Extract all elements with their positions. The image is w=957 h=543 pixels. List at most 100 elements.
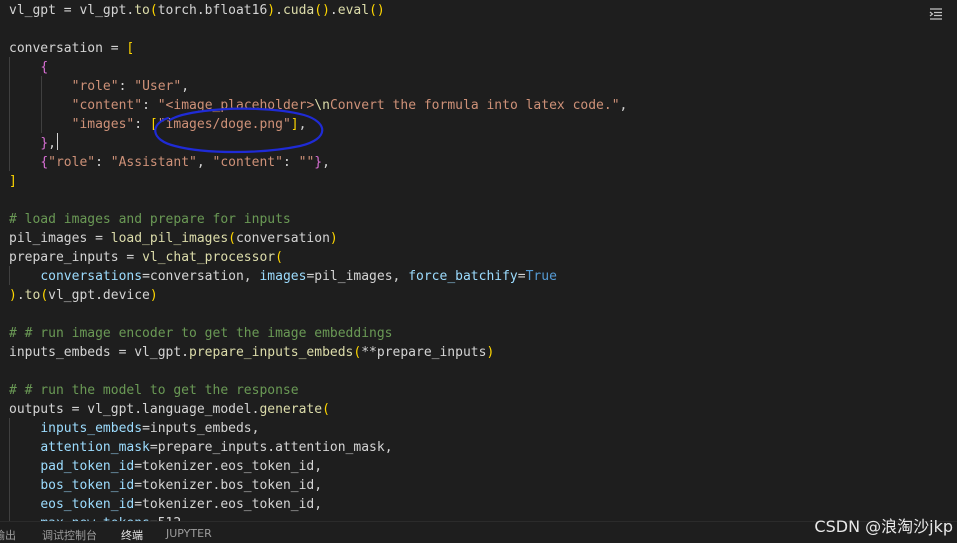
code-line: ).to(vl_gpt.device) (9, 286, 158, 305)
code-token: () (369, 3, 385, 18)
code-token: [ (126, 41, 135, 56)
code-token: : (142, 98, 158, 113)
code-token: conversation = (9, 41, 127, 56)
code-token: inputs_embeds = vl_gpt. (9, 345, 190, 360)
list-collapse-icon[interactable] (925, 4, 947, 24)
code-token: ) (486, 345, 495, 360)
code-token: vl_gpt = vl_gpt. (9, 3, 135, 18)
code-token: : (282, 155, 299, 170)
code-token: cuda (282, 3, 315, 18)
code-token: ( (322, 402, 330, 417)
code-line: pad_token_id=tokenizer.eos_token_id, (9, 457, 322, 476)
code-token: bos_token_id (40, 478, 135, 493)
code-line: }, (9, 134, 56, 153)
code-token: . (16, 288, 25, 303)
code-token: "role" (71, 79, 119, 94)
code-line: eos_token_id=tokenizer.eos_token_id, (9, 495, 322, 514)
code-token: . (329, 3, 338, 18)
code-token: load_pil_images (110, 231, 229, 246)
code-token: ) (149, 288, 158, 303)
code-token: to (134, 3, 150, 18)
code-line: # # run the model to get the response (9, 381, 299, 400)
code-token: : (118, 79, 135, 94)
code-line: conversations=conversation, images=pil_i… (9, 267, 557, 286)
code-token: ] (9, 174, 17, 189)
code-line: vl_gpt = vl_gpt.to(torch.bfloat16). cuda (… (9, 1, 385, 20)
code-token: ( (275, 250, 283, 265)
code-token: to (24, 288, 41, 303)
code-token: images (259, 269, 307, 284)
code-token: "role" (48, 155, 96, 170)
code-token: , (322, 155, 330, 170)
code-token: "<image_placeholder> (157, 98, 315, 113)
code-line: {"role": "Assistant", "content": ""}, (9, 153, 330, 172)
code-token: =tokenizer.eos_token_id, (134, 459, 323, 474)
code-token: # # run the model to get the response (9, 383, 299, 398)
code-token: \n (314, 98, 330, 113)
code-line: "role": "User", (9, 77, 189, 96)
tab-output[interactable]: 输出 (0, 527, 16, 543)
text-cursor (57, 133, 58, 150)
code-token: "User" (134, 79, 182, 94)
code-token: ) (9, 288, 17, 303)
code-line: { (9, 58, 48, 77)
code-token: [ (149, 117, 158, 132)
code-token: : (95, 155, 111, 170)
code-line: bos_token_id=tokenizer.bos_token_id, (9, 476, 322, 495)
code-token: ( (40, 288, 49, 303)
code-token: ) (267, 3, 276, 18)
code-token: "content" (212, 155, 283, 170)
code-token: { (40, 155, 49, 170)
code-line: outputs = vl_gpt.language_model.generate… (9, 400, 330, 419)
code-line: ] (9, 172, 17, 191)
code-token: force_batchify (408, 269, 518, 284)
code-token: = (517, 269, 526, 284)
code-line: "content": "<image_placeholder>\nConvert… (9, 96, 628, 115)
code-token: , (619, 98, 628, 113)
code-token: conversations (40, 269, 143, 284)
code-line: attention_mask=prepare_inputs.attention_… (9, 438, 392, 457)
code-token: eval (337, 3, 370, 18)
code-token: , (196, 155, 213, 170)
code-token: pad_token_id (40, 459, 135, 474)
code-token: =conversation, (142, 269, 260, 284)
code-token: "content" (71, 98, 143, 113)
code-token: , (181, 79, 190, 94)
code-token: } (314, 155, 323, 170)
code-token: conversation (235, 231, 330, 246)
code-token: ) (329, 231, 338, 246)
code-token: **prepare_inputs (361, 345, 487, 360)
code-token: , (48, 136, 56, 151)
code-line: inputs_embeds=inputs_embeds, (9, 419, 259, 438)
code-line: prepare_inputs = vl_chat_processor( (9, 248, 283, 267)
code-token: =pil_images, (306, 269, 409, 284)
code-editor[interactable]: vl_gpt = vl_gpt.to(torch.bfloat16).cuda(… (0, 0, 957, 522)
code-token: eos_token_id (40, 497, 135, 512)
code-token: outputs = vl_gpt.language_model. (9, 402, 260, 417)
code-token: # load images and prepare for inputs (9, 212, 291, 227)
code-token: ( (228, 231, 236, 246)
code-token: ( (149, 3, 158, 18)
code-token: inputs_embeds (40, 421, 143, 436)
code-line: # # run image encoder to get the image e… (9, 324, 393, 343)
tab-jupyter[interactable]: JUPYTER (166, 527, 212, 540)
code-line: "images": ["images/doge.png"], (9, 115, 307, 134)
code-token: Convert the formula into latex code." (329, 98, 620, 113)
tab-debug-console[interactable]: 调试控制台 (42, 527, 97, 543)
code-token: prepare_inputs_embeds (189, 345, 354, 360)
code-line: inputs_embeds = vl_gpt.prepare_inputs_em… (9, 343, 494, 362)
code-token: torch.bfloat16 (157, 3, 268, 18)
tab-terminal[interactable]: 终端 (121, 527, 143, 543)
code-line: # load images and prepare for inputs (9, 210, 291, 229)
code-token: { (40, 60, 49, 75)
code-token: "images/doge.png" (157, 117, 291, 132)
code-token: , (298, 117, 307, 132)
code-token: =inputs_embeds, (142, 421, 260, 436)
